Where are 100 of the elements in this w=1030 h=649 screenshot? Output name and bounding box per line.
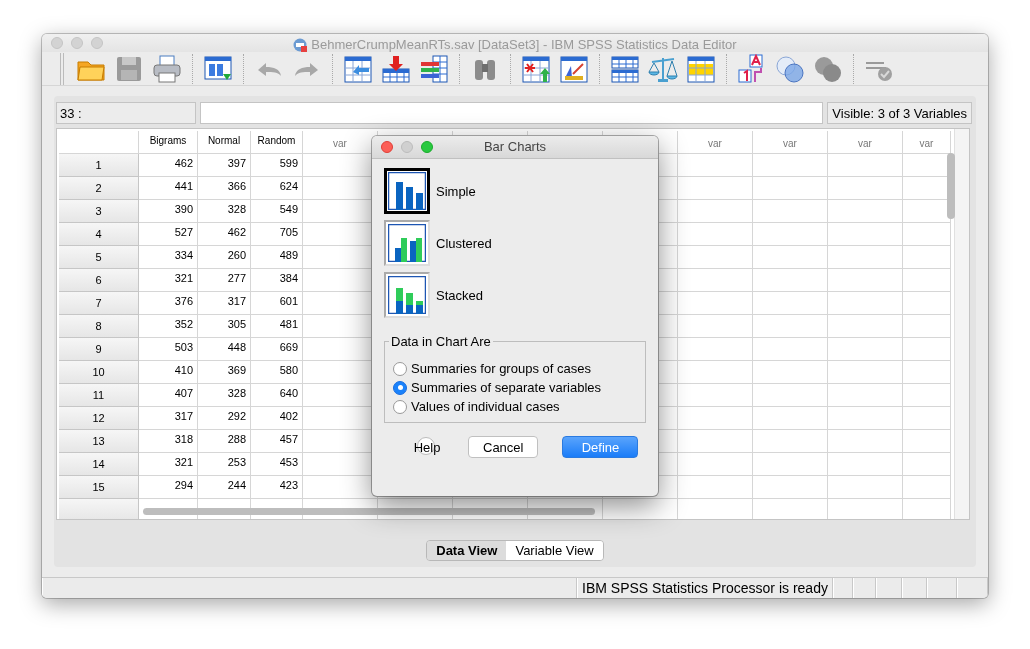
table-cell: 599 [251, 154, 303, 177]
table-cell: 366 [198, 177, 251, 200]
empty-cell [903, 315, 951, 338]
table-cell: 669 [251, 338, 303, 361]
table-ruler-icon[interactable] [559, 53, 589, 84]
row-header[interactable]: 13 [59, 430, 139, 453]
cancel-button[interactable]: Cancel [468, 436, 539, 458]
table-cell: 453 [251, 453, 303, 476]
table-cell: 489 [251, 246, 303, 269]
empty-cell [903, 476, 951, 499]
row-header[interactable]: 15 [59, 476, 139, 499]
row-header[interactable]: 14 [59, 453, 139, 476]
stacked-bar-chart-icon [388, 276, 426, 314]
row-header[interactable]: 2 [59, 177, 139, 200]
radio-option[interactable]: Values of individual cases [393, 399, 637, 414]
row-header[interactable]: 1 [59, 154, 139, 177]
view-tab[interactable]: Data View [427, 541, 507, 560]
colored-bars-table-icon[interactable] [419, 53, 449, 84]
chart-type-label: Clustered [436, 235, 492, 251]
row-header[interactable]: 9 [59, 338, 139, 361]
table-cell: 503 [139, 338, 198, 361]
chart-type-button[interactable] [384, 220, 430, 266]
row-header[interactable]: 6 [59, 269, 139, 292]
table-cell: 481 [251, 315, 303, 338]
empty-cell [903, 292, 951, 315]
highlighted-table-icon[interactable] [686, 53, 716, 84]
table-cell: 407 [139, 384, 198, 407]
column-header[interactable]: var [678, 131, 753, 154]
row-header[interactable]: 7 [59, 292, 139, 315]
horizontal-scrollbar[interactable] [143, 508, 595, 515]
row-header[interactable]: 8 [59, 315, 139, 338]
table-cell: 317 [198, 292, 251, 315]
radio-button[interactable] [393, 361, 407, 376]
table-cell: 462 [139, 154, 198, 177]
radio-option[interactable]: Summaries for groups of cases [393, 361, 637, 376]
table-cell: 457 [251, 430, 303, 453]
column-header[interactable]: var [828, 131, 903, 154]
table-cell: 640 [251, 384, 303, 407]
help-button[interactable]: Help [410, 434, 444, 460]
row-header[interactable]: 10 [59, 361, 139, 384]
empty-cell [903, 246, 951, 269]
table-down-arrow-icon[interactable] [381, 53, 411, 84]
table-cell: 376 [139, 292, 198, 315]
dialog-title: Bar Charts [483, 139, 547, 154]
radio-button[interactable] [393, 380, 407, 395]
row-header[interactable]: 12 [59, 407, 139, 430]
document-icon [293, 37, 308, 52]
row-header[interactable]: 4 [59, 223, 139, 246]
radio-option[interactable]: Summaries of separate variables [393, 380, 637, 395]
column-header[interactable]: var [903, 131, 951, 154]
table-cell: 277 [198, 269, 251, 292]
table-cell: 402 [251, 407, 303, 430]
empty-cell [903, 384, 951, 407]
empty-cell [903, 407, 951, 430]
zoom-button[interactable] [421, 141, 433, 153]
row-header[interactable]: 3 [59, 200, 139, 223]
column-header[interactable]: var [753, 131, 828, 154]
empty-cell [903, 338, 951, 361]
chart-type-button[interactable] [384, 272, 430, 318]
column-header[interactable]: Bigrams [139, 131, 198, 154]
chart-type-label: Stacked [436, 287, 483, 303]
table-cell: 318 [139, 430, 198, 453]
close-button[interactable] [381, 141, 393, 153]
empty-cell [903, 361, 951, 384]
status-message: IBM SPSS Statistics Processor is ready [577, 578, 833, 598]
table-cell: 334 [139, 246, 198, 269]
table-cell: 328 [198, 384, 251, 407]
table-cell: 384 [251, 269, 303, 292]
table-cell: 328 [198, 200, 251, 223]
row-header[interactable]: 11 [59, 384, 139, 407]
table-cell: 321 [139, 269, 198, 292]
table-cell: 305 [198, 315, 251, 338]
cell-reference: 33 : [56, 102, 196, 124]
overlapping-circles-icon[interactable] [775, 53, 805, 84]
table-cell: 253 [198, 453, 251, 476]
table-cell: 317 [139, 407, 198, 430]
empty-cell [903, 453, 951, 476]
column-header[interactable]: Random [251, 131, 303, 154]
table-cell: 292 [198, 407, 251, 430]
table-cell: 441 [139, 177, 198, 200]
window-title: BehmerCrumpMeanRTs.sav [DataSet3] - IBM SPSS Statistics Data Editor [311, 37, 737, 52]
group-title: Data in Chart Are [390, 334, 492, 349]
vertical-scrollbar[interactable] [947, 153, 955, 219]
view-tab[interactable]: Variable View [506, 541, 603, 560]
column-header[interactable]: Normal [198, 131, 251, 154]
visible-variables-label: Visible: 3 of 3 Variables [827, 102, 972, 124]
chart-type-button[interactable] [384, 168, 430, 214]
empty-cell [903, 430, 951, 453]
table-cell: 549 [251, 200, 303, 223]
table-cell: 244 [198, 476, 251, 499]
split-table-icon[interactable] [610, 53, 640, 84]
cell-value-field[interactable] [200, 102, 824, 124]
table-cell: 527 [139, 223, 198, 246]
table-cell: 580 [251, 361, 303, 384]
radio-button[interactable] [393, 399, 407, 414]
table-cell: 260 [198, 246, 251, 269]
row-header[interactable]: 5 [59, 246, 139, 269]
printer-icon[interactable] [152, 53, 182, 84]
simple-bar-chart-icon [388, 172, 426, 210]
chart-type-label: Simple [436, 183, 476, 199]
